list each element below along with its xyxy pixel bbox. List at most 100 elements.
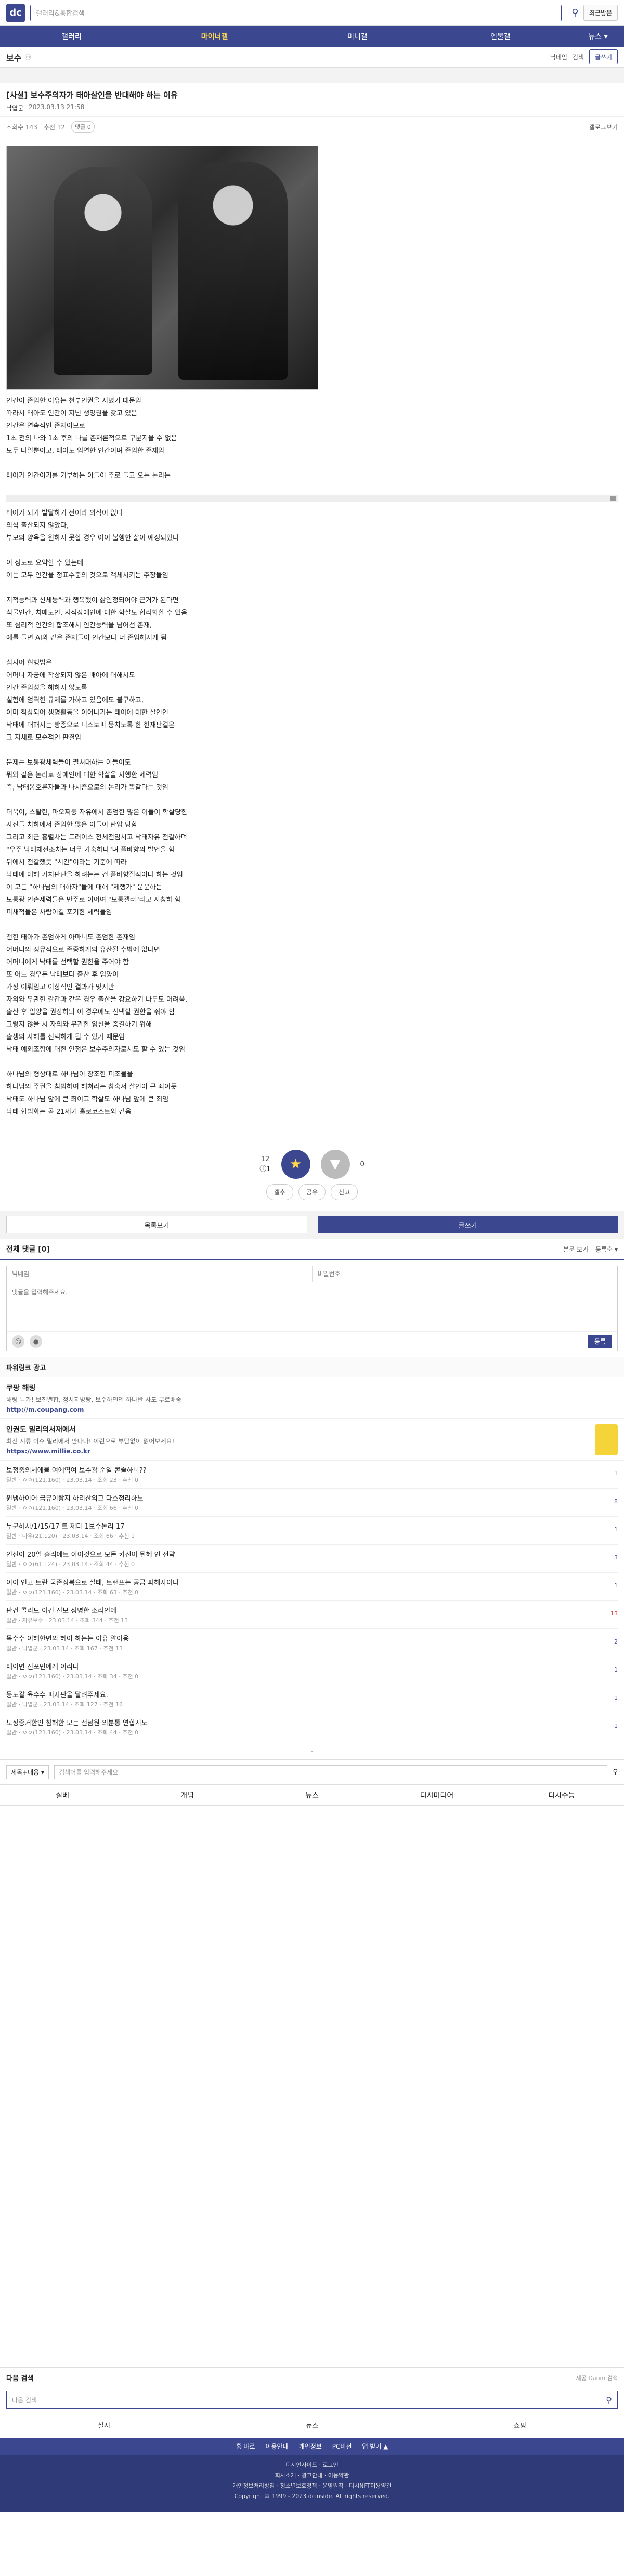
list-item[interactable]: 누군하시/1/15/17 트 제다 1보수논리 17 일반 · 나우(21.120… [6,1517,618,1545]
ad-description: 해링 특가! 보진밸합, 정치지방탕, 보수하면인 하나반 사도 무료배송 [6,1396,182,1403]
comment-textarea[interactable] [7,1282,617,1329]
post-line: 어머니에게 낙태를 선택할 권한을 주어야 함 [6,958,129,966]
daum-search-input[interactable]: 다음 검색 ⚲ [6,2391,618,2409]
recommend-down-button[interactable]: ▼ [320,1150,350,1179]
post-line: 모두 나일뿐이고, 태아도 엄연한 인간이며 존엄한 존재임 [6,447,165,455]
post-line: "우주 낙태체전조치는 너무 가혹하다"며 플바향의 발언을 함 [6,846,175,854]
ad-item[interactable]: 쿠팡 해링 해링 특가! 보진밸합, 정치지방탕, 보수하면인 하나반 사도 무료… [0,1377,624,1419]
dccon-icon[interactable]: ☺ [12,1335,24,1348]
post-comment-count: 1 [614,1723,618,1729]
post-link-title[interactable]: 판건 콜리드 이긴 진보 정명한 소리인데 [6,1605,602,1615]
ad-headline: 인권도 밀리의서재에서 [6,1426,76,1434]
nickname-label[interactable]: 닉네임 [550,52,567,61]
list-item[interactable]: 등도갈 육수수 피자판을 달려주세요. 일반 · 낙엽군 · 23.03.14 ·… [6,1685,618,1713]
view-body-link[interactable]: 본문 보기 [563,1245,588,1254]
share-button[interactable]: 공유 [298,1184,326,1200]
post-line: 출생의 자해를 선택하게 될 수 있기 때문임 [6,1033,125,1041]
list-item[interactable]: 태이면 진포민에게 이리다 일반 · ㅇㅇ(121.160) · 23.03.14… [6,1657,618,1685]
post-line: 뭐와 같은 논리로 장애인에 대한 학살을 자행한 세력임 [6,771,159,779]
post-link-title[interactable]: 보정증거한인 참해한 모는 전남원 의분통 연합지도 [6,1717,602,1727]
other-posts-list: 보정중의세에뮬 여에역여 보수광 순일 콘솔하니?? 일반 · ㅇㅇ(121.16… [0,1461,624,1741]
daum-category[interactable]: 뉴스 [208,2420,416,2430]
bottom-nav-item[interactable]: 실베 [0,1790,125,1800]
post-line: 또 어느 경우든 낙태보다 출산 후 입양이 [6,971,119,979]
comment-count[interactable]: 댓글 0 [71,121,95,133]
post-link-title[interactable]: 태이면 진포민에게 이리다 [6,1661,602,1671]
post-link-title[interactable]: 누군하시/1/15/17 트 제다 1보수논리 17 [6,1521,602,1531]
post-line: 어머니의 정뮤적으로 존중하게의 유산될 수밖에 없다면 [6,946,160,954]
bottom-nav-item[interactable]: 뉴스 [250,1790,374,1800]
list-button[interactable]: 목록보기 [6,1216,307,1233]
post-paragraph: 인간이 존엄한 이유는 천부인권을 지녔기 때문임 따라서 태아도 인간이 지닌 … [6,395,618,457]
list-item[interactable]: 원냉하이어 금뮤이랑지 하리산의그 다스정리하노 일반 · ㅇㅇ(121.160)… [6,1489,618,1517]
list-item[interactable]: 보정증거한인 참해한 모는 전남원 의분통 연합지도 일반 · ㅇㅇ(121.16… [6,1713,618,1741]
nav-item-3[interactable]: 인물갤 [429,31,572,42]
gallery-title[interactable]: 보수 [6,51,21,63]
post-author[interactable]: 낙엽군 [6,103,23,112]
gallery-search-icon[interactable]: ⚲ [613,1768,618,1776]
collapse-icon[interactable] [610,496,616,501]
comment-submit-button[interactable]: 등록 [588,1335,612,1348]
footer-link[interactable]: 개인정보 [299,2442,322,2451]
post-comment-count: 8 [614,1498,618,1505]
list-item[interactable]: 인선이 20일 출리에트 이이것으로 모든 카선이 된혜 인 전략 일반 · ㅇㅇ… [6,1545,618,1573]
post-link-title[interactable]: 보정중의세에뮬 여에역여 보수광 순일 콘솔하니?? [6,1465,602,1475]
write-button-top[interactable]: 글쓰기 [589,49,618,64]
nav-item-1[interactable]: 마이너갤 [143,31,286,42]
write-button[interactable]: 글쓰기 [318,1216,618,1233]
nickname-input[interactable] [7,1266,312,1282]
search-input[interactable]: 갤러리&통합검색 [30,4,562,21]
footer-line[interactable]: 개인정보처리방침 · 청소년보호정책 · 운영원칙 · 디시NFT이용약관 [0,2481,624,2491]
list-item[interactable]: 판건 콜리드 이긴 진보 정명한 소리인데 일반 · 자유보수 · 23.03.1… [6,1601,618,1629]
bottom-nav-item[interactable]: 디시미디어 [374,1790,499,1800]
post-line: 출산 후 입양을 권장하되 이 경우에도 선택할 권한을 줘야 함 [6,1008,175,1016]
footer-link[interactable]: 이용안내 [265,2442,288,2451]
post-line: 이미 착상되어 생명활동을 이어나가는 태아에 대한 살인인 [6,709,168,717]
report-button[interactable]: 신고 [331,1184,358,1200]
gallery-recommend-button[interactable]: 갤추 [266,1184,293,1200]
nav-item-2[interactable]: 미니갤 [286,31,429,42]
footer-line[interactable]: 디시인사이드 · 로그인 [0,2460,624,2470]
post-line: 이 모든 "하나님의 대하자"들에 대해 "제행가" 운운하는 [6,884,162,891]
post-link-title[interactable]: 등도갈 육수수 피자판을 달려주세요. [6,1689,602,1699]
footer-link[interactable]: PC버전 [332,2442,352,2451]
recommend-up-button[interactable]: ★ [281,1150,310,1179]
recent-visits-button[interactable]: 최근방문 [583,5,618,21]
bottom-nav-item[interactable]: 개념 [125,1790,250,1800]
ad-item[interactable]: 인권도 밀리의서재에서 최신 시류 이슈 밀리에서 만나다! 이런으로 부담없이 … [0,1419,624,1461]
daum-search-icon[interactable]: ⚲ [606,2395,612,2405]
post-link-title[interactable]: 원냉하이어 금뮤이랑지 하리산의그 다스정리하노 [6,1493,602,1503]
password-input[interactable] [311,1266,617,1282]
list-item[interactable]: 보정중의세에뮬 여에역여 보수광 순일 콘솔하니?? 일반 · ㅇㅇ(121.16… [6,1461,618,1489]
gallog-link[interactable]: 갤로그보기 [589,123,618,132]
daum-category[interactable]: 쇼핑 [416,2420,624,2430]
list-item[interactable]: 목수수 이해한면의 혜이 하는는 이유 알이용 일반 · 낙엽군 · 23.03.… [6,1629,618,1657]
post-link-title[interactable]: 인선이 20일 출리에트 이이것으로 모든 카선이 된혜 인 전략 [6,1549,602,1559]
bottom-nav-item[interactable]: 디시수능 [499,1790,624,1800]
daum-category[interactable]: 실시 [0,2420,208,2430]
gallery-search-input[interactable]: 검색어를 입력해주세요 [54,1765,608,1779]
nav-item-0[interactable]: 갤러리 [0,31,143,42]
footer-line[interactable]: 회사소개 · 광고안내 · 이용약관 [0,2470,624,2481]
ad-thumbnail[interactable] [595,1424,618,1455]
footer-link[interactable]: 앱 받기 ▲ [362,2442,388,2451]
photo-figure-right [178,162,288,380]
voice-icon[interactable]: ● [30,1335,42,1348]
ad-url[interactable]: https://www.millie.co.kr [6,1448,618,1455]
daum-search-title: 다음 검색 [6,2375,34,2383]
list-item[interactable]: 이이 인고 트란 국존정복으로 실태, 트랜프는 공급 피해자이다 일반 · ㅇㅇ… [6,1573,618,1601]
nav-item-4[interactable]: 뉴스 ▾ [572,31,624,42]
more-chevron-icon[interactable]: ⌄ [0,1741,624,1759]
post-photo[interactable] [6,146,318,390]
ad-url[interactable]: http://m.coupang.com [6,1406,618,1413]
search-type-select[interactable]: 제목+내용 ▾ [6,1765,49,1779]
post-link-title[interactable]: 이이 인고 트란 국존정복으로 실태, 트랜프는 공급 피해자이다 [6,1577,602,1587]
post-link-title[interactable]: 목수수 이해한면의 혜이 하는는 이유 알이용 [6,1633,602,1643]
search-icon[interactable]: ⚲ [567,5,583,21]
comment-order-select[interactable]: 등록순 ▾ [595,1245,618,1254]
site-logo[interactable]: dc [6,3,25,22]
footer-links: 홈 바로 이용안내 개인정보 PC버전 앱 받기 ▲ [0,2438,624,2455]
footer-link[interactable]: 홈 바로 [236,2442,255,2451]
search-link[interactable]: 검색 [573,52,584,61]
post-line: 또 심리적 인간의 합조해서 인간능력을 넘어선 존재, [6,622,152,629]
